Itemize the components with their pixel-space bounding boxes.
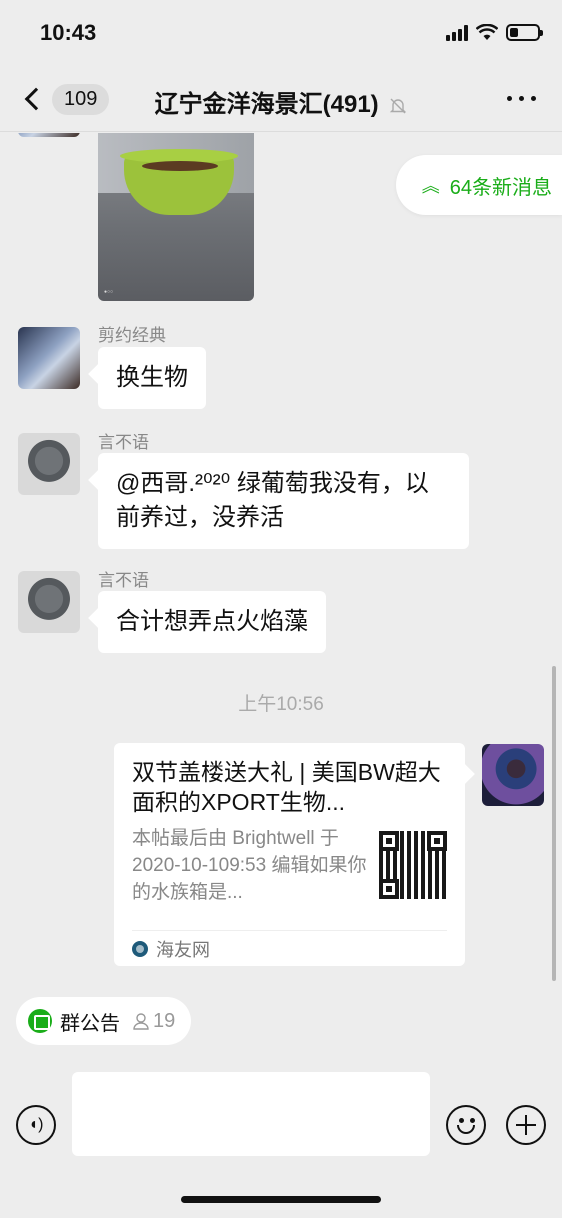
person-icon — [133, 1013, 149, 1030]
notice-icon — [28, 1009, 52, 1033]
sender-name: 言不语 — [98, 433, 149, 452]
status-time: 10:43 — [40, 20, 97, 45]
chat-title: 辽宁金洋海景汇(491) — [0, 84, 562, 119]
double-chevron-up-icon: ︽ — [421, 176, 440, 196]
status-icons — [446, 24, 543, 41]
input-bar: ◖) — [0, 1057, 562, 1218]
avatar[interactable] — [18, 571, 80, 633]
chat-area[interactable]: ●○○ ︽ 64条新消息 剪约经典 换生物 言不语 @西哥.²⁰²⁰ 绿葡萄我没… — [0, 133, 562, 985]
emoji-button[interactable] — [446, 1105, 486, 1145]
link-card-source-name: 海友网 — [156, 939, 210, 960]
link-card-source: 海友网 — [132, 930, 447, 966]
voice-icon: ◖) — [28, 1116, 44, 1133]
scrollbar[interactable] — [552, 666, 556, 981]
message-bubble[interactable]: @西哥.²⁰²⁰ 绿葡萄我没有，以前养过，没养活 — [98, 453, 469, 549]
new-messages-button[interactable]: ︽ 64条新消息 — [395, 155, 562, 215]
time-divider: 上午10:56 — [238, 694, 324, 715]
source-logo-icon — [132, 940, 148, 957]
image-message[interactable]: ●○○ — [98, 133, 254, 301]
notice-count-value: 19 — [153, 1009, 176, 1032]
nav-bar: 109 辽宁金洋海景汇(491) — [0, 66, 562, 132]
status-bar: 10:43 — [0, 0, 562, 66]
battery-level — [510, 28, 518, 37]
sender-name: 言不语 — [98, 571, 149, 590]
sender-name: 剪约经典 — [98, 326, 166, 345]
link-card-title: 双节盖楼送大礼 | 美国BW超大面积的XPORT生物... — [132, 759, 441, 815]
emoji-icon — [459, 1118, 464, 1123]
wifi-icon — [476, 24, 498, 40]
notice-bar: 群公告 19 — [0, 985, 562, 1057]
avatar[interactable] — [18, 433, 80, 495]
avatar[interactable] — [18, 133, 80, 137]
group-notice-button[interactable]: 群公告 19 — [16, 997, 192, 1045]
message-bubble[interactable]: 换生物 — [98, 347, 206, 409]
cellular-signal-icon — [446, 24, 468, 41]
more-actions-button[interactable] — [506, 1105, 546, 1145]
home-indicator[interactable] — [181, 1196, 381, 1203]
message-input[interactable] — [72, 1072, 430, 1156]
avatar-self[interactable] — [482, 744, 544, 806]
mute-bell-icon — [390, 98, 407, 114]
link-card-description: 本帖最后由 Brightwell 于 2020-10-109:53 编辑如果你的… — [132, 828, 367, 903]
message-bubble[interactable]: 合计想弄点火焰藻 — [98, 591, 326, 653]
voice-input-button[interactable]: ◖) — [16, 1105, 56, 1145]
qr-code-icon — [379, 831, 447, 899]
notice-read-count: 19 — [132, 1010, 175, 1033]
battery-icon — [506, 24, 543, 41]
link-card-message[interactable]: 双节盖楼送大礼 | 美国BW超大面积的XPORT生物... 本帖最后由 Brig… — [114, 743, 465, 966]
new-messages-label: 64条新消息 — [449, 176, 552, 199]
group-notice-label: 群公告 — [60, 1012, 120, 1035]
more-options-button[interactable] — [507, 96, 536, 101]
avatar[interactable] — [18, 327, 80, 389]
chat-title-text: 辽宁金洋海景汇(491) — [154, 91, 379, 118]
